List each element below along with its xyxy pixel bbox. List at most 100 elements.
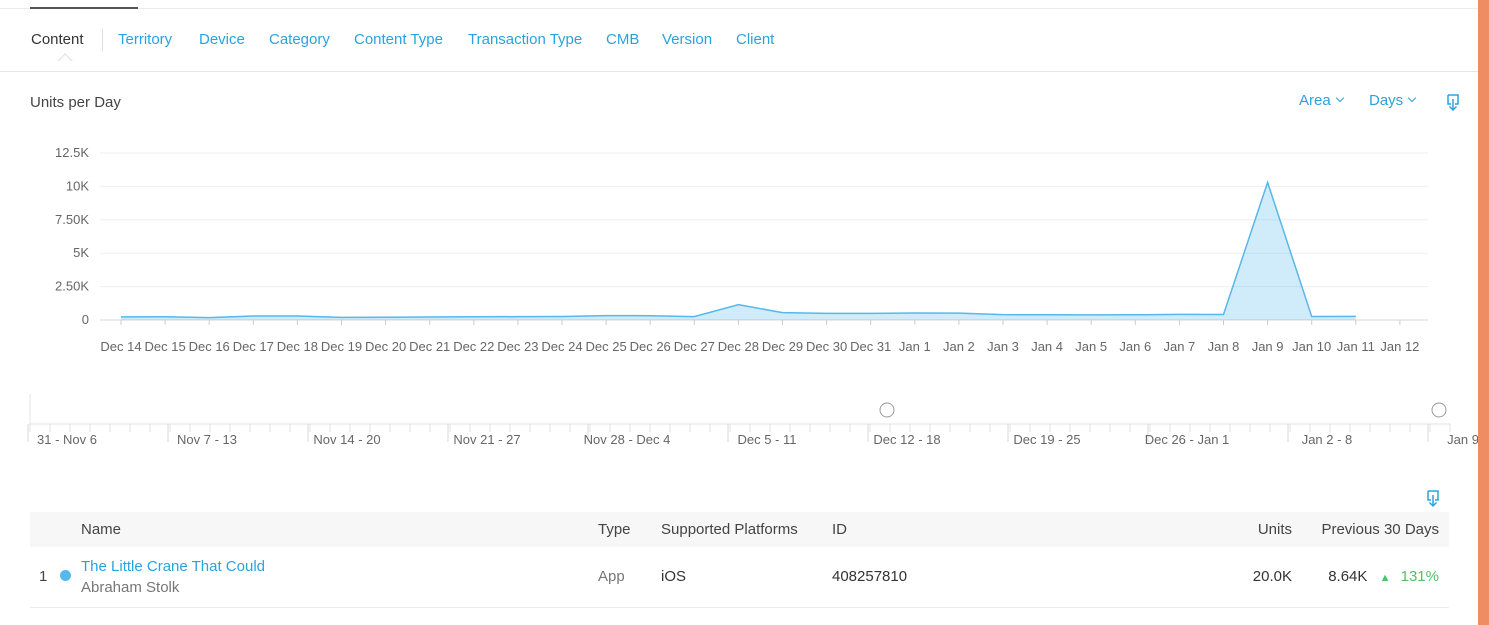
navigator-week-label: Nov 14 - 20 (313, 432, 380, 447)
tab-client[interactable]: Client (736, 31, 774, 48)
x-tick-label: Jan 12 (1380, 339, 1419, 354)
data-point (560, 315, 564, 319)
x-tick-label: Jan 2 (943, 339, 975, 354)
x-tick-label: Jan 5 (1075, 339, 1107, 354)
type-header[interactable]: Type (598, 512, 661, 547)
x-tick-label: Dec 14 (100, 339, 141, 354)
row-previous: 8.64K (1328, 568, 1368, 586)
x-tick-label: Jan 10 (1292, 339, 1331, 354)
table-row[interactable]: 1 The Little Crane That Could Abraham St… (30, 547, 1449, 607)
platforms-header[interactable]: Supported Platforms (661, 512, 832, 547)
x-tick-label: Dec 17 (233, 339, 274, 354)
x-tick-label: Jan 3 (987, 339, 1019, 354)
navigator-scale: 31 - Nov 6 Nov 7 - 13 Nov 14 - 20 Nov 21 - … (27, 394, 1478, 447)
tab-content[interactable]: Content (31, 31, 84, 48)
side-panel-edge (1478, 0, 1489, 625)
data-point (1177, 312, 1181, 316)
row-change: 131% (1400, 568, 1439, 586)
app-name-link[interactable]: The Little Crane That Could (81, 558, 598, 575)
data-point (825, 311, 829, 315)
x-tick-label: Jan 4 (1031, 339, 1063, 354)
x-tick-label: Dec 29 (762, 339, 803, 354)
data-point (163, 315, 167, 319)
range-handle-left[interactable] (879, 402, 895, 418)
chart-series[interactable] (119, 180, 1358, 320)
x-tick-label: Dec 18 (277, 339, 318, 354)
x-tick-label: Dec 15 (144, 339, 185, 354)
previous-header[interactable]: Previous 30 Days (1292, 512, 1449, 547)
units-area-chart: 0 2.50K 5K 7.50K 10K 12.5K Dec 14 Dec 15 Dec 16… (55, 145, 1428, 354)
series-line (120, 180, 1356, 319)
data-point (428, 315, 432, 319)
tab-device[interactable]: Device (199, 31, 245, 48)
data-point (207, 316, 211, 320)
tab-separator (102, 29, 103, 51)
y-tick-label: 0 (82, 312, 89, 327)
data-point (692, 315, 696, 319)
id-header[interactable]: ID (832, 512, 1192, 547)
x-tick-label: Dec 20 (365, 339, 406, 354)
tab-transaction-type[interactable]: Transaction Type (468, 31, 582, 48)
data-point (604, 314, 608, 318)
navigator-week-label: 31 - Nov 6 (37, 432, 97, 447)
data-point (957, 311, 961, 315)
data-point (1045, 313, 1049, 317)
y-tick-label: 5K (73, 245, 89, 260)
table-download-icon[interactable] (1426, 490, 1440, 508)
x-tick-label: Jan 8 (1208, 339, 1240, 354)
y-tick-label: 12.5K (55, 145, 89, 160)
series-area-fill (121, 182, 1356, 320)
chart-type-dropdown[interactable]: Area (1299, 92, 1344, 109)
navigator-week-label: Nov 28 - Dec 4 (584, 432, 671, 447)
navigator-week-label: Jan 9 - (1447, 432, 1478, 447)
y-axis: 0 2.50K 5K 7.50K 10K 12.5K (55, 145, 89, 327)
data-point (251, 314, 255, 318)
x-tick-label: Jan 6 (1119, 339, 1151, 354)
range-navigator[interactable]: 31 - Nov 6 Nov 7 - 13 Nov 14 - 20 Nov 21 - … (0, 390, 1478, 455)
dimension-tabs: Content Territory Device Category Conten… (0, 9, 1478, 72)
data-point (913, 311, 917, 315)
row-platforms: iOS (661, 568, 687, 586)
x-tick-label: Dec 22 (453, 339, 494, 354)
data-point (119, 315, 123, 319)
x-axis: Dec 14 Dec 15 Dec 16 Dec 17 Dec 18 Dec 19 Dec … (100, 320, 1419, 354)
row-type: App (598, 568, 625, 586)
x-tick-label: Dec 21 (409, 339, 450, 354)
navigator-week-label: Nov 21 - 27 (453, 432, 520, 447)
interval-label: Days (1369, 92, 1404, 109)
data-point (869, 311, 873, 315)
data-point (1222, 313, 1226, 317)
tab-content-type[interactable]: Content Type (354, 31, 443, 48)
tab-territory[interactable]: Territory (118, 31, 172, 48)
units-header[interactable]: Units (1192, 512, 1292, 547)
rank-header (30, 512, 81, 547)
data-point (516, 315, 520, 319)
data-point (1089, 313, 1093, 317)
x-tick-label: Jan 9 (1252, 339, 1284, 354)
up-triangle-icon: ▲ (1379, 572, 1391, 585)
active-tab-pointer-fill (58, 55, 72, 62)
row-rank: 1 (39, 568, 48, 586)
tab-category[interactable]: Category (269, 31, 330, 48)
chevron-down-icon (1335, 93, 1344, 103)
x-tick-label: Jan 7 (1163, 339, 1195, 354)
series-color-dot (59, 570, 71, 582)
tab-cmb[interactable]: CMB (606, 31, 639, 48)
data-point (648, 314, 652, 318)
x-tick-label: Jan 1 (899, 339, 931, 354)
data-point (1133, 313, 1137, 317)
download-icon[interactable] (1446, 94, 1460, 112)
tab-version[interactable]: Version (662, 31, 712, 48)
x-tick-label: Dec 28 (718, 339, 759, 354)
data-point (472, 315, 476, 319)
range-handle-right[interactable] (1431, 402, 1447, 418)
x-tick-label: Dec 19 (321, 339, 362, 354)
interval-dropdown[interactable]: Days (1369, 92, 1417, 109)
x-tick-label: Dec 23 (497, 339, 538, 354)
chart-title: Units per Day (30, 94, 121, 111)
chart-grid (100, 152, 1428, 321)
navigator-week-label: Dec 5 - 11 (737, 432, 796, 447)
y-tick-label: 10K (66, 178, 89, 193)
name-header[interactable]: Name (81, 512, 598, 547)
x-tick-label: Dec 26 (630, 339, 671, 354)
